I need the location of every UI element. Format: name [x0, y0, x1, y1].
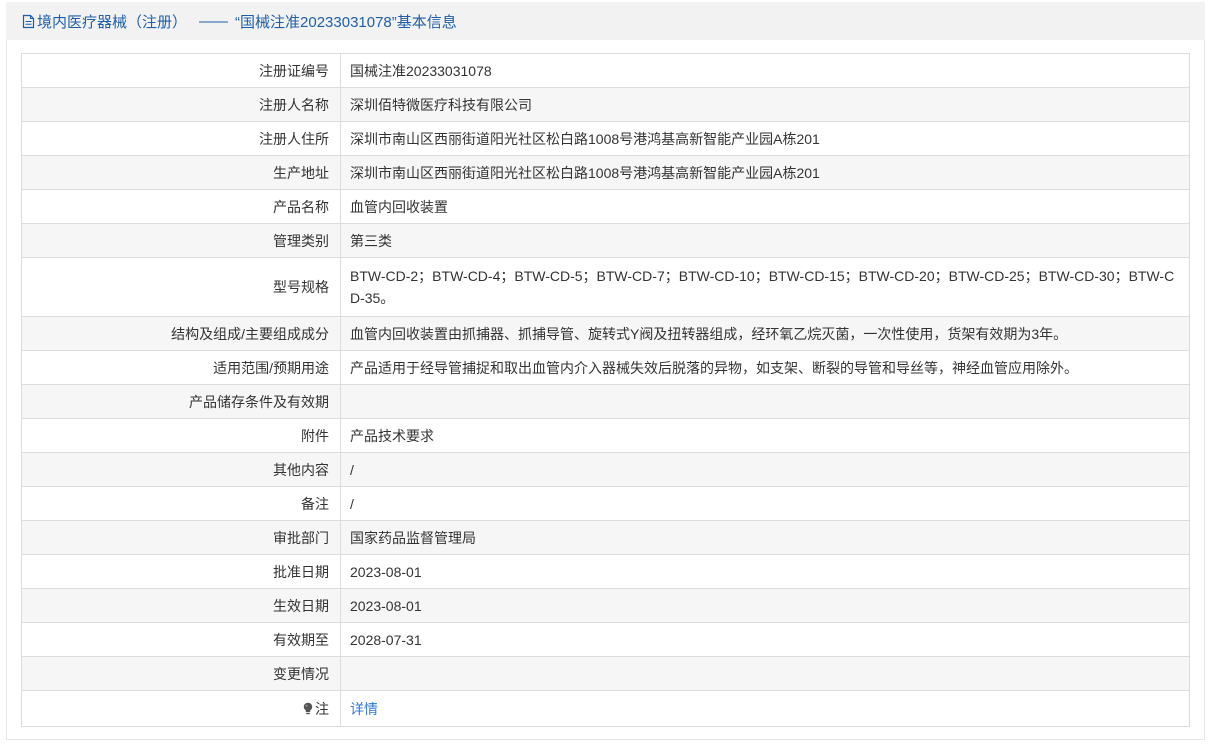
label-registrant-address: 注册人住所: [21, 121, 341, 156]
row-other-content: 其他内容 /: [21, 452, 1190, 487]
header-category: 境内医疗器械（注册）: [37, 13, 188, 31]
row-product-name: 产品名称 血管内回收装置: [21, 189, 1190, 224]
value-registration-number: 国械注准20233031078: [340, 53, 1190, 88]
row-approval-department: 审批部门 国家药品监督管理局: [21, 520, 1190, 555]
label-other-content: 其他内容: [21, 452, 341, 487]
value-storage-conditions: [340, 384, 1190, 419]
label-effective-date: 生效日期: [21, 588, 341, 623]
value-other-content: /: [340, 452, 1190, 487]
value-effective-date: 2023-08-01: [340, 588, 1190, 623]
value-registrant-name: 深圳佰特微医疗科技有限公司: [340, 87, 1190, 122]
row-production-address: 生产地址 深圳市南山区西丽街道阳光社区松白路1008号港鸿基高新智能产业园A栋2…: [21, 155, 1190, 190]
label-product-name: 产品名称: [21, 189, 341, 224]
row-expiry-date: 有效期至 2028-07-31: [21, 622, 1190, 657]
value-structure-composition: 血管内回收装置由抓捕器、抓捕导管、旋转式Y阀及扭转器组成，经环氧乙烷灭菌，一次性…: [340, 316, 1190, 351]
label-registration-number: 注册证编号: [21, 53, 341, 88]
bulb-icon: [303, 702, 313, 715]
value-attachments: 产品技术要求: [340, 418, 1190, 453]
value-remarks: /: [340, 486, 1190, 521]
row-change-history: 变更情况: [21, 656, 1190, 691]
row-note: 注 详情: [21, 690, 1190, 727]
value-change-history: [340, 656, 1190, 691]
value-expiry-date: 2028-07-31: [340, 622, 1190, 657]
row-storage-conditions: 产品储存条件及有效期: [21, 384, 1190, 419]
label-model-spec: 型号规格: [21, 257, 341, 317]
value-registrant-address: 深圳市南山区西丽街道阳光社区松白路1008号港鸿基高新智能产业园A栋201: [340, 121, 1190, 156]
label-remarks: 备注: [21, 486, 341, 521]
row-management-category: 管理类别 第三类: [21, 223, 1190, 258]
label-approval-date: 批准日期: [21, 554, 341, 589]
row-remarks: 备注 /: [21, 486, 1190, 521]
label-storage-conditions: 产品储存条件及有效期: [21, 384, 341, 419]
row-structure-composition: 结构及组成/主要组成成分 血管内回收装置由抓捕器、抓捕导管、旋转式Y阀及扭转器组…: [21, 316, 1190, 351]
label-management-category: 管理类别: [21, 223, 341, 258]
value-management-category: 第三类: [340, 223, 1190, 258]
value-approval-department: 国家药品监督管理局: [340, 520, 1190, 555]
row-model-spec: 型号规格 BTW-CD-2；BTW-CD-4；BTW-CD-5；BTW-CD-7…: [21, 257, 1190, 317]
note-label-cell: 注: [21, 690, 341, 727]
row-registration-number: 注册证编号 国械注准20233031078: [21, 53, 1190, 88]
value-approval-date: 2023-08-01: [340, 554, 1190, 589]
row-registrant-name: 注册人名称 深圳佰特微医疗科技有限公司: [21, 87, 1190, 122]
page-header: 境内医疗器械（注册） —— “国械注准20233031078”基本信息: [6, 2, 1205, 40]
row-effective-date: 生效日期 2023-08-01: [21, 588, 1190, 623]
note-value-cell: 详情: [340, 690, 1190, 727]
detail-panel: 注册证编号 国械注准20233031078 注册人名称 深圳佰特微医疗科技有限公…: [6, 40, 1205, 740]
label-intended-use: 适用范围/预期用途: [21, 350, 341, 385]
details-link[interactable]: 详情: [350, 701, 378, 717]
value-model-spec: BTW-CD-2；BTW-CD-4；BTW-CD-5；BTW-CD-7；BTW-…: [340, 257, 1190, 317]
header-dash: ——: [199, 12, 228, 30]
note-label: 注: [315, 700, 329, 717]
label-attachments: 附件: [21, 418, 341, 453]
value-intended-use: 产品适用于经导管捕捉和取出血管内介入器械失效后脱落的异物，如支架、断裂的导管和导…: [340, 350, 1190, 385]
row-intended-use: 适用范围/预期用途 产品适用于经导管捕捉和取出血管内介入器械失效后脱落的异物，如…: [21, 350, 1190, 385]
label-production-address: 生产地址: [21, 155, 341, 190]
label-approval-department: 审批部门: [21, 520, 341, 555]
value-production-address: 深圳市南山区西丽街道阳光社区松白路1008号港鸿基高新智能产业园A栋201: [340, 155, 1190, 190]
row-approval-date: 批准日期 2023-08-01: [21, 554, 1190, 589]
row-attachments: 附件 产品技术要求: [21, 418, 1190, 453]
label-change-history: 变更情况: [21, 656, 341, 691]
page-title: “国械注准20233031078”基本信息: [235, 13, 457, 31]
info-table: 注册证编号 国械注准20233031078 注册人名称 深圳佰特微医疗科技有限公…: [21, 53, 1190, 727]
label-structure-composition: 结构及组成/主要组成成分: [21, 316, 341, 351]
label-registrant-name: 注册人名称: [21, 87, 341, 122]
value-product-name: 血管内回收装置: [340, 189, 1190, 224]
document-icon: [22, 14, 35, 29]
label-expiry-date: 有效期至: [21, 622, 341, 657]
row-registrant-address: 注册人住所 深圳市南山区西丽街道阳光社区松白路1008号港鸿基高新智能产业园A栋…: [21, 121, 1190, 156]
